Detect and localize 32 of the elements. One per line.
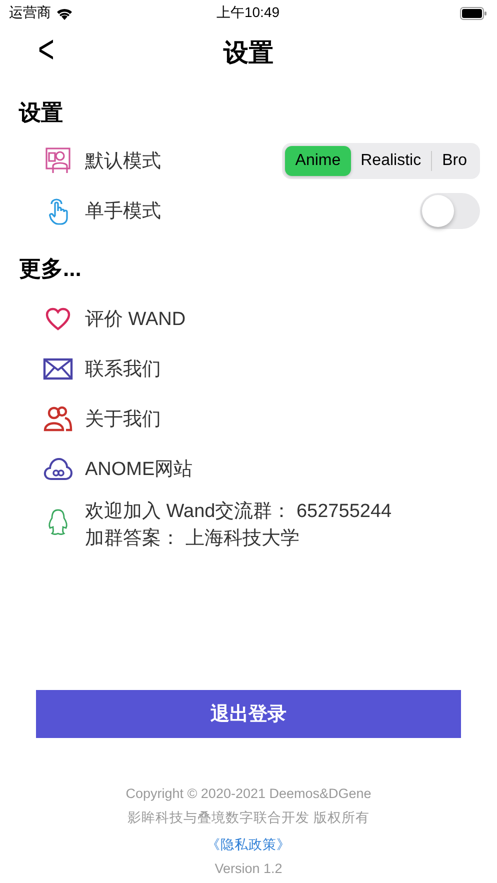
cloud-icon [43,457,73,481]
mail-icon [43,358,73,380]
hand-tap-icon [47,196,69,226]
menu-item[interactable]: 评价 WAND [85,306,186,332]
segment-option[interactable]: Realistic [350,146,432,176]
menu-item[interactable]: 加群答案： 上海科技大学 [85,525,392,552]
wifi-icon [56,6,73,20]
status-time: 上午10:49 [216,4,280,22]
setting-label: 默认模式 [85,150,162,174]
credits-text: 影眸科技与叠境数字联合开发 版权所有 [128,809,370,827]
logout-button[interactable]: 退出登录 [36,690,461,738]
version-text: Version 1.2 [214,860,282,878]
privacy-link[interactable]: 《隐私政策》 [206,833,290,857]
people-icon [43,406,73,432]
battery-icon [460,6,488,20]
toggle-switch[interactable] [420,193,480,229]
setting-label: 单手模式 [85,200,162,224]
section-heading: 更多... [18,255,82,283]
carrier-label: 运营商 [9,4,51,22]
back-button[interactable]: < [34,28,58,72]
section-heading: 设置 [18,99,64,127]
portrait-icon [45,147,71,175]
copyright-text: Copyright © 2020-2021 Deemos&DGene [126,785,372,803]
segment-option[interactable]: Bro [432,146,477,176]
heart-icon [45,307,71,331]
menu-item[interactable]: 联系我们 [85,356,161,382]
menu-item[interactable]: 关于我们 [85,406,161,432]
menu-item[interactable]: 欢迎加入 Wand交流群： 652755244 [85,498,392,525]
page-title: 设置 [224,38,274,68]
segment-option[interactable]: Anime [285,146,351,176]
menu-item[interactable]: ANOME网站 [85,456,193,482]
penguin-icon [46,508,70,536]
